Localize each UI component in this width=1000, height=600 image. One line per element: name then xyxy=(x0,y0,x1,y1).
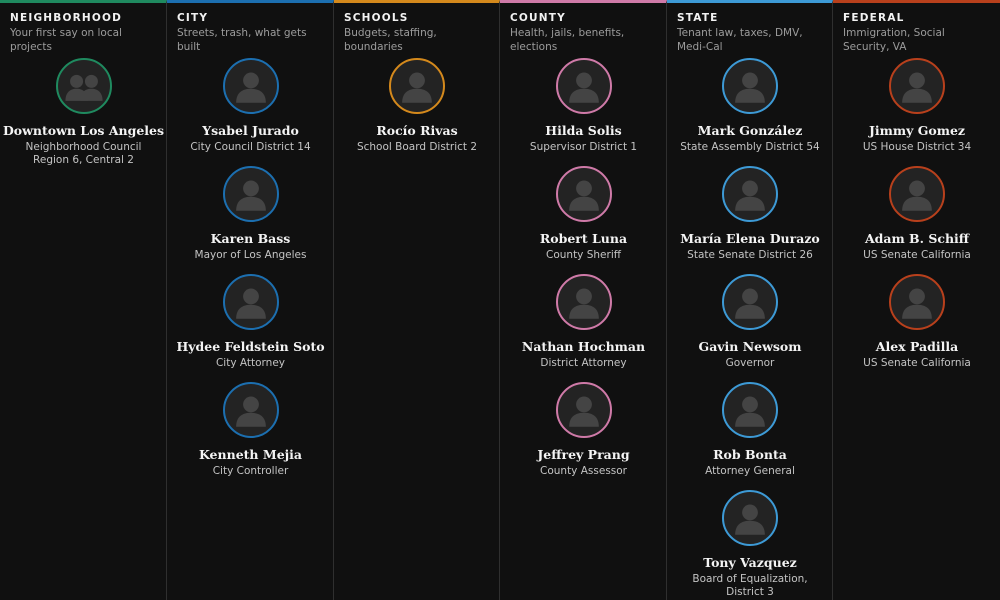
official-card[interactable]: Adam B. Schiff US Senate California xyxy=(843,166,991,274)
column-county: County Health, jails, benefits, elections… xyxy=(500,0,667,600)
official-role: US House District 34 xyxy=(862,141,972,153)
column-title: State xyxy=(677,12,719,24)
column-description: Health, jails, benefits, elections xyxy=(510,27,625,53)
official-card[interactable]: Ysabel Jurado City Council District 14 xyxy=(177,58,324,166)
official-name[interactable]: Karen Bass xyxy=(211,231,291,246)
official-name[interactable]: Tony Vazquez xyxy=(703,555,797,570)
official-name[interactable]: Robert Luna xyxy=(540,231,627,246)
person-avatar-icon[interactable] xyxy=(555,274,612,330)
column-description: Your first say on local projects xyxy=(10,27,122,53)
official-name[interactable]: Rob Bonta xyxy=(713,447,787,462)
column-title: Schools xyxy=(344,12,409,24)
official-role: US Senate California xyxy=(863,357,971,369)
person-avatar-icon[interactable] xyxy=(389,58,445,114)
column-city: City Streets, trash, what gets built Ysabe… xyxy=(167,0,334,600)
official-card[interactable]: Rocío Rivas School Board District 2 xyxy=(344,58,490,166)
official-name[interactable]: Jimmy Gomez xyxy=(869,123,965,138)
official-card[interactable]: Downtown Los Angeles Neighborhood Council… xyxy=(3,58,164,166)
official-list: Mark González State Assembly District 54 M… xyxy=(677,58,823,598)
column-description: Tenant law, taxes, DMV, Medi-Cal xyxy=(677,27,803,53)
official-card[interactable]: Nathan Hochman District Attorney xyxy=(510,274,657,382)
person-avatar-icon[interactable] xyxy=(722,166,778,222)
official-role: Supervisor District 1 xyxy=(529,141,638,153)
official-name[interactable]: Jeffrey Prang xyxy=(537,447,629,462)
official-name[interactable]: Hilda Solis xyxy=(545,123,621,138)
person-avatar-icon[interactable] xyxy=(222,166,279,222)
official-name[interactable]: Ysabel Jurado xyxy=(202,123,299,138)
person-avatar-icon[interactable] xyxy=(889,166,945,222)
person-avatar-icon[interactable] xyxy=(222,274,279,330)
official-role: US Senate California xyxy=(863,249,971,261)
official-name[interactable]: Nathan Hochman xyxy=(522,339,645,354)
official-name[interactable]: Kenneth Mejia xyxy=(199,447,302,462)
column-title: Federal xyxy=(843,12,905,24)
person-avatar-icon[interactable] xyxy=(222,58,279,114)
person-avatar-icon[interactable] xyxy=(722,58,778,114)
person-avatar-icon[interactable] xyxy=(555,382,612,438)
person-avatar-icon[interactable] xyxy=(889,274,945,330)
official-name[interactable]: Adam B. Schiff xyxy=(865,231,969,246)
official-list: Jimmy Gomez US House District 34 Adam B. S… xyxy=(843,58,991,382)
official-card[interactable]: Rob Bonta Attorney General xyxy=(677,382,823,490)
official-card[interactable]: Karen Bass Mayor of Los Angeles xyxy=(177,166,324,274)
column-title: Neighborhood xyxy=(10,12,123,24)
official-list: Rocío Rivas School Board District 2 xyxy=(344,58,490,166)
official-role: Mayor of Los Angeles xyxy=(194,249,307,261)
official-name[interactable]: Rocío Rivas xyxy=(376,123,457,138)
official-role: State Assembly District 54 xyxy=(680,141,820,153)
official-role: County Sheriff xyxy=(546,249,621,261)
official-name[interactable]: Mark González xyxy=(698,123,803,138)
official-role: City Attorney xyxy=(215,357,286,369)
official-name[interactable]: Alex Padilla xyxy=(876,339,958,354)
group-avatar-icon[interactable] xyxy=(55,58,112,114)
official-card[interactable]: Tony Vazquez Board of Equalization, Distr… xyxy=(677,490,823,598)
official-list: Downtown Los Angeles Neighborhood Council… xyxy=(3,58,164,166)
official-card[interactable]: Kenneth Mejia City Controller xyxy=(177,382,324,490)
column-state: State Tenant law, taxes, DMV, Medi-Cal Mar… xyxy=(667,0,833,600)
official-role: District Attorney xyxy=(540,357,627,369)
official-role: School Board District 2 xyxy=(356,141,478,153)
person-avatar-icon[interactable] xyxy=(222,382,279,438)
official-card[interactable]: Robert Luna County Sheriff xyxy=(510,166,657,274)
official-role: City Council District 14 xyxy=(190,141,311,153)
official-card[interactable]: Hydee Feldstein Soto City Attorney xyxy=(176,274,325,382)
official-role: City Controller xyxy=(212,465,289,477)
official-role: Neighborhood Council Region 6, Central 2 xyxy=(25,141,142,166)
column-title: County xyxy=(510,12,566,24)
person-avatar-icon[interactable] xyxy=(722,490,778,546)
person-avatar-icon[interactable] xyxy=(722,274,778,330)
person-avatar-icon[interactable] xyxy=(722,382,778,438)
official-name[interactable]: Hydee Feldstein Soto xyxy=(176,339,324,354)
official-list: Hilda Solis Supervisor District 1 Robert L… xyxy=(510,58,657,490)
official-card[interactable]: Jimmy Gomez US House District 34 xyxy=(843,58,991,166)
column-neighborhood: Neighborhood Your first say on local proj… xyxy=(0,0,167,600)
official-role: County Assessor xyxy=(540,465,627,477)
column-description: Streets, trash, what gets built xyxy=(177,27,307,53)
official-card[interactable]: Mark González State Assembly District 54 xyxy=(677,58,823,166)
official-role: Governor xyxy=(725,357,775,369)
column-description: Budgets, staffing, boundaries xyxy=(344,27,437,53)
official-card[interactable]: María Elena Durazo State Senate District … xyxy=(677,166,823,274)
officials-grid: Neighborhood Your first say on local proj… xyxy=(0,0,1000,600)
column-description: Immigration, Social Security, VA xyxy=(843,27,945,53)
person-avatar-icon[interactable] xyxy=(555,58,612,114)
column-federal: Federal Immigration, Social Security, VA J… xyxy=(833,0,1000,600)
person-avatar-icon[interactable] xyxy=(889,58,945,114)
official-role: Attorney General xyxy=(705,465,795,477)
official-name[interactable]: Downtown Los Angeles xyxy=(3,123,164,138)
official-name[interactable]: María Elena Durazo xyxy=(680,231,820,246)
official-role: State Senate District 26 xyxy=(687,249,813,261)
official-list: Ysabel Jurado City Council District 14 Kar… xyxy=(176,58,325,490)
column-schools: Schools Budgets, staffing, boundaries Rocí… xyxy=(334,0,500,600)
official-name[interactable]: Gavin Newsom xyxy=(699,339,802,354)
column-title: City xyxy=(177,12,209,24)
person-avatar-icon[interactable] xyxy=(555,166,612,222)
official-role: Board of Equalization, District 3 xyxy=(692,573,808,598)
official-card[interactable]: Jeffrey Prang County Assessor xyxy=(510,382,657,490)
official-card[interactable]: Gavin Newsom Governor xyxy=(677,274,823,382)
official-card[interactable]: Alex Padilla US Senate California xyxy=(843,274,991,382)
official-card[interactable]: Hilda Solis Supervisor District 1 xyxy=(510,58,657,166)
